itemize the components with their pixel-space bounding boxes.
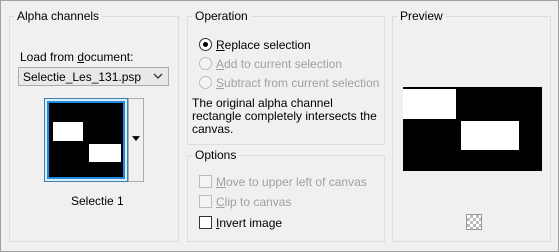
preview-image	[403, 87, 542, 171]
invert-image-label[interactable]: Invert image	[216, 216, 282, 230]
options-title: Options	[192, 148, 240, 162]
thumbnail-image	[47, 101, 125, 179]
invert-image-checkbox[interactable]	[199, 216, 212, 229]
clip-to-canvas-checkbox[interactable]	[199, 195, 212, 208]
triangle-down-icon	[132, 136, 140, 141]
thumbnail-caption: Selectie 1	[71, 194, 124, 208]
clip-to-canvas-label[interactable]: Clip to canvas	[216, 195, 291, 209]
chevron-down-icon	[153, 73, 163, 79]
subtract-from-selection-radio[interactable]	[199, 76, 212, 89]
radio-selected-dot	[203, 42, 208, 47]
document-select-value: Selectie_Les_131.psp	[23, 70, 142, 84]
preview-white-rect-1	[403, 89, 456, 119]
add-to-selection-radio[interactable]	[199, 57, 212, 70]
thumbnail-white-rect-1	[53, 122, 83, 141]
add-to-selection-label[interactable]: Add to current selection	[216, 57, 342, 71]
preview-white-rect-2	[461, 121, 519, 150]
move-to-upper-left-label[interactable]: Move to upper left of canvas	[216, 175, 367, 189]
document-select[interactable]: Selectie_Les_131.psp	[18, 67, 169, 86]
alpha-channel-thumbnail[interactable]	[44, 98, 128, 182]
replace-selection-radio[interactable]	[199, 38, 212, 51]
operation-title: Operation	[192, 9, 251, 23]
replace-selection-label[interactable]: Replace selection	[216, 38, 311, 52]
transparency-checker-icon[interactable]	[466, 214, 482, 230]
subtract-from-selection-label[interactable]: Subtract from current selection	[216, 76, 379, 90]
operation-description: The original alpha channel rectangle com…	[192, 96, 377, 136]
thumbnail-dropdown-button[interactable]	[128, 98, 144, 182]
load-from-document-label: Load from document:	[20, 50, 134, 64]
load-selection-dialog: Alpha channels Load from document: Selec…	[0, 0, 559, 252]
alpha-channels-title: Alpha channels	[14, 9, 103, 23]
thumbnail-white-rect-2	[89, 144, 121, 162]
move-to-upper-left-checkbox[interactable]	[199, 175, 212, 188]
preview-title: Preview	[397, 9, 446, 23]
